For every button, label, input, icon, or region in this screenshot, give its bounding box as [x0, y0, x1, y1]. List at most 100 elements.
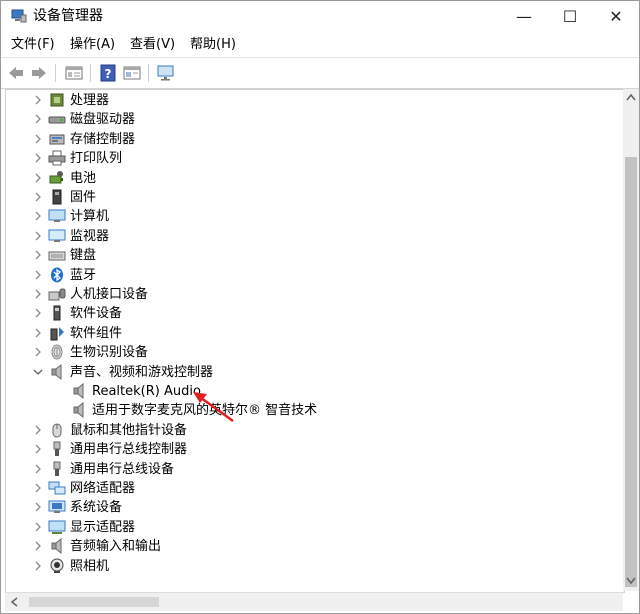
firmware-icon	[48, 189, 66, 205]
menu-help[interactable]: 帮助(H)	[190, 36, 236, 53]
tree-category-item[interactable]: 鼠标和其他指针设备	[6, 421, 616, 440]
battery-icon	[48, 170, 66, 186]
tree-category-item[interactable]: 生物识别设备	[6, 343, 616, 362]
title-bar[interactable]: 设备管理器 — ☐ ✕	[1, 1, 639, 31]
menu-action[interactable]: 操作(A)	[70, 36, 115, 53]
back-button[interactable]	[5, 63, 27, 83]
tree-item-label: 固件	[70, 190, 97, 205]
vertical-scroll-thumb[interactable]	[625, 157, 637, 587]
forward-button[interactable]	[28, 63, 50, 83]
help-icon: ?	[100, 64, 116, 82]
tree-item-label: 磁盘驱动器	[70, 112, 136, 128]
device-manager-window: 设备管理器 — ☐ ✕ 文件(F) 操作(A) 查看(V) 帮助(H) ? 处理…	[0, 0, 640, 614]
chevron-right-icon[interactable]	[33, 113, 43, 125]
menu-bar: 文件(F) 操作(A) 查看(V) 帮助(H)	[1, 32, 639, 56]
tree-category-item[interactable]: 通用串行总线设备	[6, 460, 616, 479]
scroll-left-icon[interactable]	[10, 597, 18, 607]
tree-category-item[interactable]: 磁盘驱动器	[6, 110, 616, 129]
device-manager-app-icon	[11, 9, 27, 23]
chevron-right-icon[interactable]	[33, 269, 43, 281]
chevron-right-icon[interactable]	[33, 482, 43, 494]
tree-item-label: 监视器	[70, 228, 110, 244]
hid-icon	[48, 286, 66, 302]
chevron-down-icon[interactable]	[33, 366, 43, 378]
chevron-right-icon[interactable]	[33, 443, 43, 455]
tree-category-item[interactable]: 计算机	[6, 207, 616, 226]
chevron-right-icon[interactable]	[33, 152, 43, 164]
speaker-icon	[70, 382, 88, 400]
chevron-right-icon[interactable]	[33, 424, 43, 436]
toolbar-separator	[90, 64, 91, 82]
tree-category-item[interactable]: 系统设备	[6, 498, 616, 517]
tree-category-item[interactable]: 打印队列	[6, 149, 616, 168]
help-button[interactable]: ?	[97, 63, 119, 83]
chevron-right-icon[interactable]	[33, 501, 43, 513]
chevron-right-icon[interactable]	[33, 249, 43, 261]
close-button[interactable]: ✕	[593, 1, 639, 31]
tree-category-item[interactable]: 网络适配器	[6, 479, 616, 498]
chevron-right-icon[interactable]	[33, 560, 43, 572]
tree-child-item[interactable]: Realtek(R) Audio	[6, 382, 616, 401]
properties-button[interactable]	[63, 63, 85, 83]
tree-category-item[interactable]: 监视器	[6, 227, 616, 246]
minimize-button[interactable]: —	[501, 1, 547, 31]
bluetooth-icon	[48, 267, 66, 283]
tree-category-item[interactable]: 人机接口设备	[6, 285, 616, 304]
chevron-right-icon[interactable]	[33, 210, 43, 222]
tree-category-item[interactable]: 通用串行总线控制器	[6, 440, 616, 459]
maximize-button[interactable]: ☐	[547, 1, 593, 31]
toolbar-separator	[55, 64, 56, 82]
tree-category-item[interactable]: 存储控制器	[6, 130, 616, 149]
minimize-icon: —	[516, 6, 532, 26]
tree-item-label: 显示适配器	[70, 519, 136, 535]
view-button[interactable]	[121, 63, 143, 83]
chevron-right-icon[interactable]	[33, 288, 43, 300]
forward-icon	[32, 67, 46, 79]
chevron-right-icon[interactable]	[33, 521, 43, 533]
tree-item-label: 处理器	[70, 93, 110, 108]
horizontal-scroll-thumb[interactable]	[29, 597, 159, 607]
properties-icon	[65, 66, 83, 80]
display-adapter-icon	[48, 519, 66, 535]
chevron-right-icon[interactable]	[33, 540, 43, 552]
horizontal-scrollbar[interactable]	[5, 592, 623, 611]
chevron-right-icon[interactable]	[33, 327, 43, 339]
chevron-right-icon[interactable]	[33, 463, 43, 475]
tree-category-item[interactable]: 固件	[6, 188, 616, 207]
software-component-icon	[48, 325, 66, 341]
window-title: 设备管理器	[33, 8, 103, 24]
chevron-right-icon[interactable]	[33, 346, 43, 358]
tree-child-item[interactable]: 适用于数字麦克风的英特尔® 智音技术	[6, 401, 616, 420]
vertical-scrollbar[interactable]	[623, 89, 639, 591]
back-icon	[9, 67, 23, 79]
toolbar-separator	[148, 64, 149, 82]
scroll-down-icon[interactable]	[626, 577, 636, 585]
tree-category-item[interactable]: 照相机	[6, 557, 616, 576]
tree-item-label: 蓝牙	[70, 267, 97, 283]
tree-category-item[interactable]: 软件设备	[6, 304, 616, 323]
tree-category-item[interactable]: 声音、视频和游戏控制器	[6, 363, 616, 382]
scroll-up-icon[interactable]	[626, 93, 636, 101]
speaker-icon	[70, 402, 88, 419]
tree-category-item[interactable]: 蓝牙	[6, 266, 616, 285]
tree-category-item[interactable]: 显示适配器	[6, 518, 616, 537]
chevron-right-icon[interactable]	[33, 133, 43, 145]
tree-item-label: 系统设备	[70, 500, 123, 516]
network-icon	[48, 480, 66, 496]
tree-category-item[interactable]: 处理器	[6, 91, 616, 110]
menu-view[interactable]: 查看(V)	[130, 36, 175, 53]
tree-category-item[interactable]: 音频输入和输出	[6, 537, 616, 556]
tree-category-item[interactable]: 软件组件	[6, 324, 616, 343]
tree-category-item[interactable]: 键盘	[6, 246, 616, 265]
menu-file[interactable]: 文件(F)	[11, 36, 55, 53]
close-icon: ✕	[609, 6, 623, 26]
scan-hardware-button[interactable]	[155, 63, 177, 83]
device-tree[interactable]: 处理器磁盘驱动器存储控制器打印队列电池固件计算机监视器键盘蓝牙人机接口设备 软件设…	[5, 89, 625, 593]
chevron-right-icon[interactable]	[33, 94, 43, 106]
tree-category-item[interactable]: 电池	[6, 169, 616, 188]
tree-item-label: 打印队列	[70, 151, 123, 167]
chevron-right-icon[interactable]	[33, 307, 43, 319]
chevron-right-icon[interactable]	[33, 230, 43, 242]
chevron-right-icon[interactable]	[33, 191, 43, 203]
chevron-right-icon[interactable]	[33, 172, 43, 184]
